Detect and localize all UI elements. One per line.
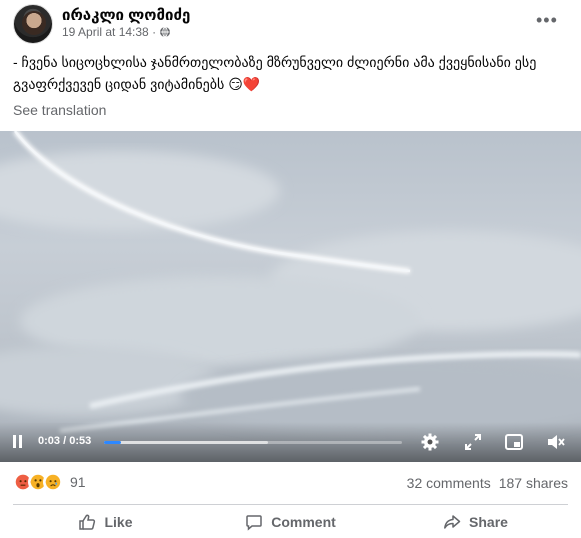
- author-name[interactable]: ირაკლი ლომიძე: [62, 6, 190, 24]
- author-avatar[interactable]: [13, 4, 53, 44]
- shares-count-link[interactable]: 187 shares: [499, 475, 568, 491]
- facebook-post: ირაკლი ლომიძე 19 April at 14:38 · ••• - …: [0, 0, 581, 538]
- video-time: 0:03 / 0:53: [38, 435, 91, 447]
- pause-icon[interactable]: [12, 435, 24, 449]
- time-separator: /: [60, 435, 70, 447]
- buffered-bar: [104, 441, 268, 444]
- video-controls: 0:03 / 0:53: [0, 422, 581, 462]
- see-translation-link[interactable]: See translation: [13, 102, 106, 118]
- share-icon: [444, 515, 461, 529]
- post-caption: - ჩვენა სიცოცხლისა ჯანმრთელობაზე მზრუნვე…: [13, 54, 537, 92]
- mute-icon[interactable]: [546, 432, 566, 452]
- share-label: Share: [469, 514, 508, 530]
- globe-icon: [160, 26, 171, 38]
- comment-icon: [246, 515, 262, 531]
- comment-label: Comment: [271, 514, 336, 530]
- video-frame: [0, 131, 581, 436]
- divider: [13, 504, 568, 505]
- engagement-stats: 32 comments 187 shares: [407, 475, 568, 491]
- comment-button[interactable]: Comment: [198, 506, 383, 538]
- share-button[interactable]: Share: [383, 506, 568, 538]
- duration: 0:53: [69, 435, 92, 447]
- like-button[interactable]: Like: [13, 506, 198, 538]
- comments-count-link[interactable]: 32 comments: [407, 475, 491, 491]
- post-timestamp[interactable]: 19 April at 14:38 ·: [62, 25, 156, 39]
- reactions-summary[interactable]: 91: [13, 472, 86, 492]
- fullscreen-icon[interactable]: [463, 432, 483, 452]
- current-time: 0:03: [38, 435, 61, 447]
- post-meta: 19 April at 14:38 ·: [62, 25, 171, 39]
- progress-fill: [104, 441, 121, 444]
- like-label: Like: [104, 514, 133, 530]
- more-options-button[interactable]: •••: [536, 10, 558, 31]
- video-progress-bar[interactable]: [104, 441, 402, 444]
- thumbs-up-icon: [79, 514, 96, 530]
- post-actions: Like Comment Share: [13, 506, 568, 538]
- picture-in-picture-icon[interactable]: [504, 432, 524, 452]
- video-player[interactable]: 0:03 / 0:53: [0, 131, 581, 462]
- sad-emoji-icon: [43, 472, 63, 492]
- reaction-count: 91: [70, 474, 86, 490]
- settings-icon[interactable]: [420, 432, 440, 452]
